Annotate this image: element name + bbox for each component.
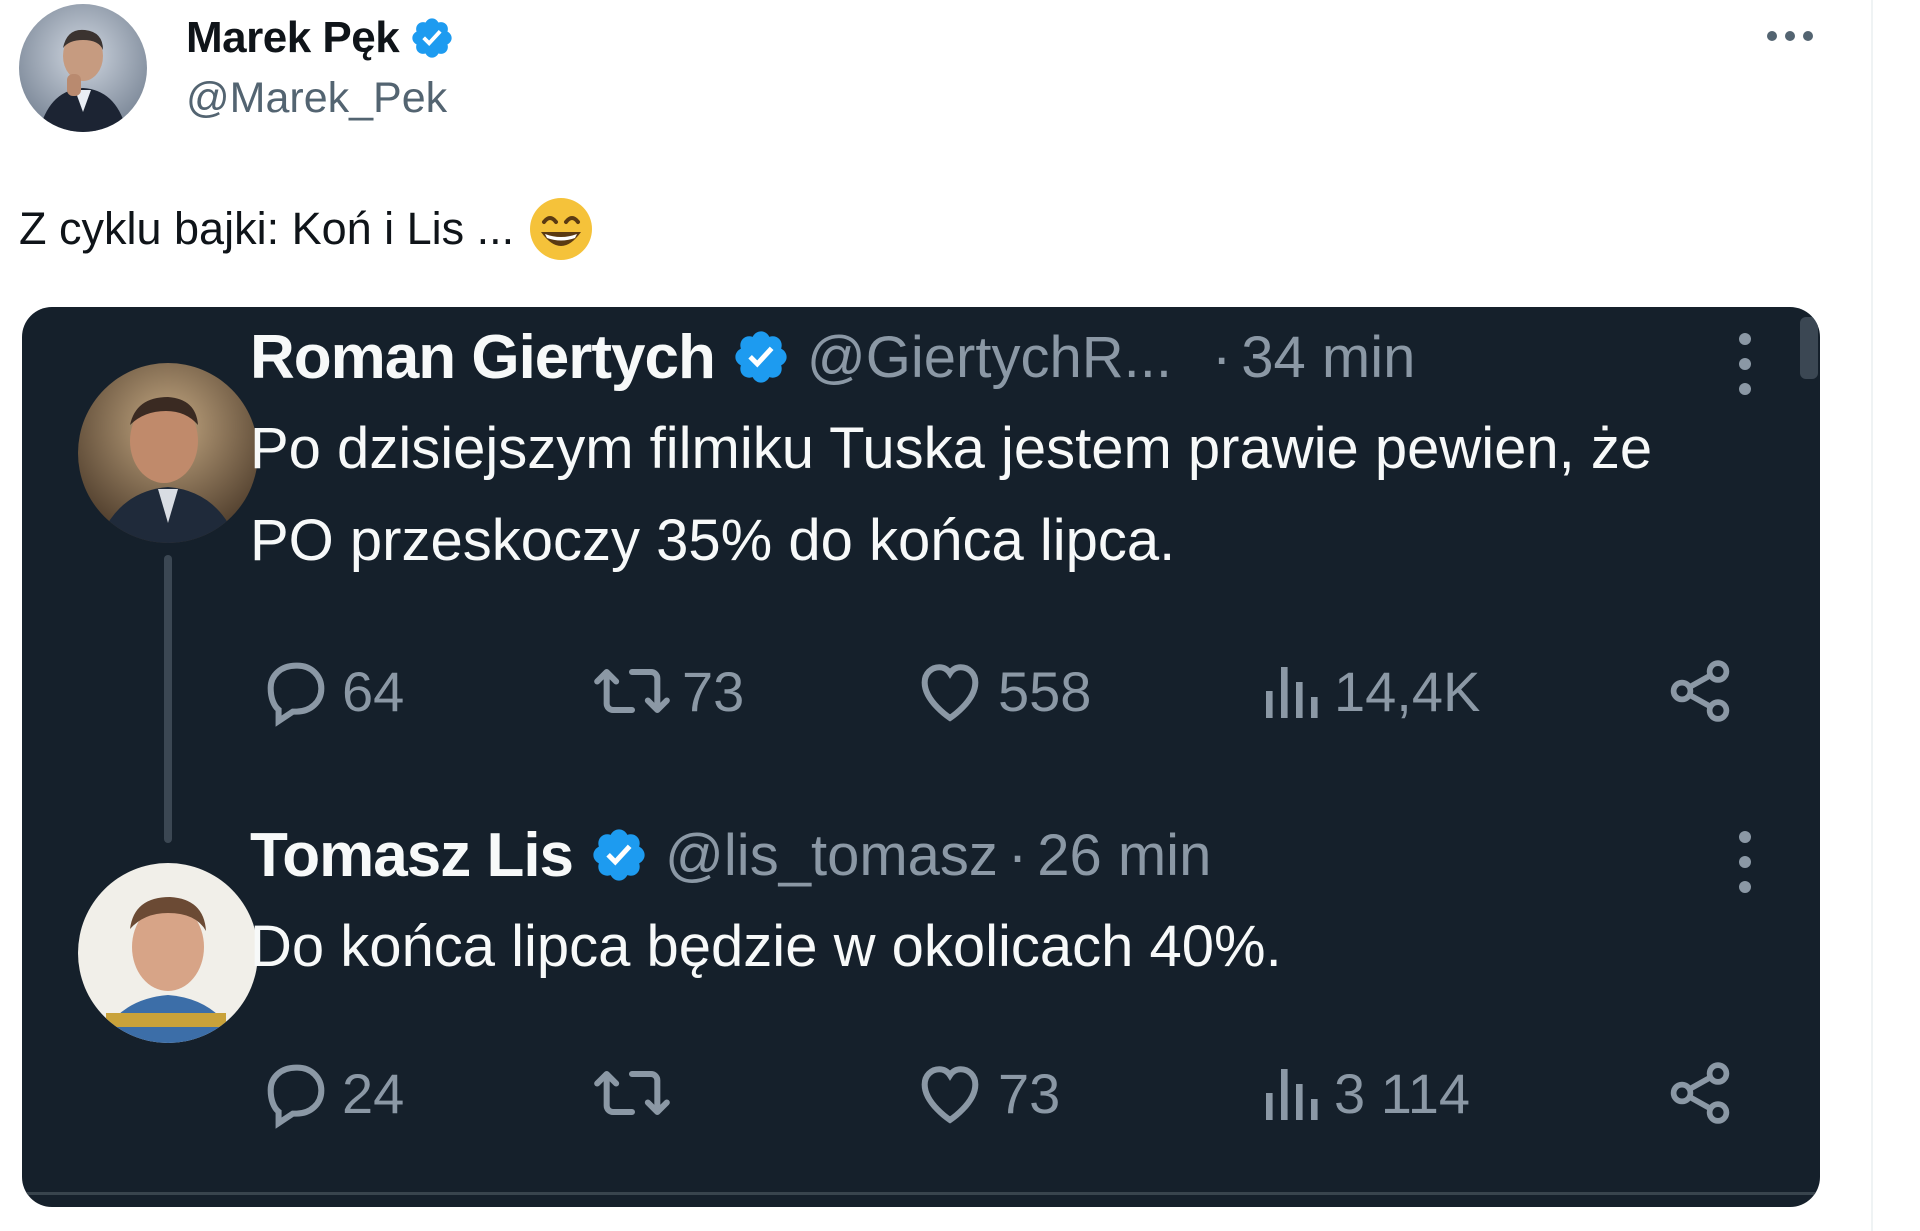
reply-button[interactable]: 24 <box>258 1053 404 1133</box>
reply-icon <box>267 1064 325 1129</box>
author-name-row: Marek Pęk <box>186 10 455 66</box>
like-count: 558 <box>998 659 1092 723</box>
repost-count: 73 <box>682 659 745 723</box>
embed-scrollbar <box>1800 317 1818 379</box>
views-icon <box>1266 1069 1318 1120</box>
post-timestamp[interactable]: 26 min <box>1037 822 1211 889</box>
verified-badge-icon <box>731 327 791 387</box>
post-actions: 64 73 558 14,4K <box>250 651 1750 731</box>
embed-divider <box>22 1192 1820 1195</box>
repost-button[interactable] <box>590 1053 682 1133</box>
share-button[interactable] <box>1664 651 1736 731</box>
views-count: 3 114 <box>1334 1061 1470 1125</box>
grinning-face-emoji-icon <box>528 196 594 262</box>
post-header-giertych: Roman Giertych @GiertychR... · 34 min <box>250 317 1415 397</box>
reply-button[interactable]: 64 <box>258 651 404 731</box>
separator-dot: · <box>1007 822 1028 888</box>
post-timestamp[interactable]: 34 min <box>1241 324 1415 391</box>
post-author-name[interactable]: Roman Giertych <box>250 322 716 393</box>
author-handle[interactable]: @Marek_Pek <box>186 74 447 123</box>
like-count: 73 <box>998 1061 1061 1125</box>
column-divider <box>1871 0 1873 1231</box>
post-author-handle[interactable]: @lis_tomasz <box>665 822 998 889</box>
verified-badge-icon <box>409 15 455 61</box>
reply-count: 24 <box>342 1061 405 1125</box>
heart-icon <box>921 1066 979 1124</box>
post-text: Po dzisiejszym filmiku Tuska jestem praw… <box>250 416 1653 573</box>
heart-icon <box>921 664 979 722</box>
author-name[interactable]: Marek Pęk <box>186 13 400 63</box>
post-actions: 24 73 3 114 <box>250 1053 1750 1133</box>
like-button[interactable]: 73 <box>910 1053 1060 1133</box>
post-header-lis: Tomasz Lis @lis_tomasz · 26 min <box>250 815 1211 895</box>
embedded-screenshot: Roman Giertych @GiertychR... · 34 min Po… <box>22 307 1820 1207</box>
author-avatar[interactable] <box>19 4 147 132</box>
share-icon <box>1670 1062 1730 1124</box>
reply-count: 64 <box>342 659 405 723</box>
post-more-icon[interactable] <box>1730 329 1760 399</box>
share-icon <box>1670 660 1730 722</box>
post-text: Do końca lipca będzie w okolicach 40%. <box>250 914 1282 979</box>
views-button[interactable]: 3 114 <box>1260 1053 1470 1133</box>
thread-connector-line <box>164 555 172 843</box>
verified-badge-icon <box>589 825 649 885</box>
repost-button[interactable]: 73 <box>590 651 744 731</box>
separator-dot: · <box>1211 324 1232 390</box>
tweet-text-row: Z cyklu bajki: Koń i Lis ... <box>19 196 594 262</box>
reply-icon <box>267 662 325 727</box>
views-icon <box>1266 667 1318 718</box>
like-button[interactable]: 558 <box>910 651 1091 731</box>
lis-avatar[interactable] <box>78 863 258 1043</box>
repost-icon <box>594 1070 670 1116</box>
views-button[interactable]: 14,4K <box>1260 651 1480 731</box>
post-author-handle[interactable]: @GiertychR... <box>807 324 1172 391</box>
repost-icon <box>594 668 670 714</box>
views-count: 14,4K <box>1334 659 1481 723</box>
post-author-name[interactable]: Tomasz Lis <box>250 820 574 891</box>
tweet-text: Z cyklu bajki: Koń i Lis ... <box>19 203 515 254</box>
share-button[interactable] <box>1664 1053 1736 1133</box>
post-more-icon[interactable] <box>1730 827 1760 897</box>
giertych-avatar[interactable] <box>78 363 258 543</box>
more-options-icon[interactable] <box>1762 16 1818 56</box>
